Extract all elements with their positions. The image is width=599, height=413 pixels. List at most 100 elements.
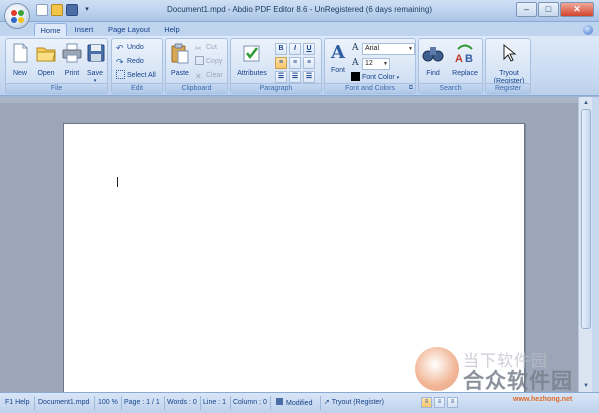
font-size-dropdown-icon: ▼: [383, 61, 388, 67]
status-document-name: Document1.mpd: [38, 399, 90, 406]
save-button[interactable]: Save ▾: [85, 42, 105, 84]
help-icon[interactable]: [583, 25, 593, 35]
font-button[interactable]: A Font: [327, 42, 349, 75]
status-separator: [200, 396, 201, 410]
maximize-button[interactable]: □: [538, 2, 559, 17]
ribbon-tabs: Home Insert Page Layout Help: [0, 22, 599, 36]
font-size-icon: A: [352, 58, 359, 68]
title-bar: ▾ Document1.mpd - Abdio PDF Editor 8.6 -…: [0, 0, 599, 22]
attributes-icon: [243, 45, 260, 62]
svg-text:A: A: [455, 53, 463, 64]
group-font-label: Font and Colors: [325, 83, 415, 93]
redo-label: Redo: [127, 58, 144, 65]
find-label: Find: [426, 70, 440, 77]
ribbon: New Open Print Save ▾ File ↶ Undo ↷ Redo S…: [0, 36, 599, 96]
watermark-logo-icon: [415, 347, 459, 391]
tab-insert[interactable]: Insert: [68, 23, 100, 36]
status-separator: [320, 396, 321, 410]
clear-x-icon: ✕: [195, 72, 202, 81]
font-name-select[interactable]: Arial ▼: [362, 43, 415, 55]
font-size-select[interactable]: 12 ▼: [362, 58, 390, 70]
indent-button[interactable]: ☰: [303, 71, 315, 83]
new-button[interactable]: New: [9, 42, 31, 78]
select-all-button[interactable]: Select All: [116, 70, 156, 82]
font-size-value: 12: [365, 60, 373, 67]
align-right-icon: ≡: [306, 59, 312, 66]
select-all-icon: [116, 70, 125, 79]
find-button[interactable]: Find: [421, 42, 445, 78]
tab-home[interactable]: Home: [34, 23, 67, 36]
undo-button[interactable]: ↶ Undo: [116, 42, 144, 54]
redo-icon: ↷: [116, 57, 124, 67]
watermark-line2: 合众软件园: [463, 369, 573, 393]
tryout-label: Tryout: [499, 70, 519, 77]
group-paragraph-label: Paragraph: [231, 83, 321, 93]
text-caret: [117, 177, 118, 187]
tryout-register-button[interactable]: Tryout (Register): [488, 42, 530, 86]
status-line: Line : 1: [203, 399, 226, 406]
open-folder-icon: [36, 47, 56, 62]
bullet-list-button[interactable]: ☰: [275, 71, 287, 83]
group-edit: ↶ Undo ↷ Redo Select All Edit: [111, 38, 163, 94]
paste-button[interactable]: Paste: [168, 42, 192, 78]
print-button[interactable]: Print: [61, 42, 83, 78]
replace-button[interactable]: AB Replace: [448, 42, 482, 78]
scissors-icon: ✂: [195, 44, 202, 53]
status-tryout[interactable]: ➚ Tryout (Register): [324, 398, 384, 408]
attributes-button[interactable]: Attributes: [233, 42, 271, 78]
group-clipboard: Paste ✂ Cut Copy ✕ Clear Clipboard: [165, 38, 228, 94]
group-clipboard-label: Clipboard: [166, 83, 227, 93]
replace-ab-icon: AB: [455, 44, 473, 65]
copy-button[interactable]: Copy: [195, 56, 222, 68]
numbered-list-icon: ☰: [291, 73, 299, 80]
align-center-button[interactable]: ≡: [289, 57, 301, 69]
open-button[interactable]: Open: [34, 42, 58, 78]
watermark: 当下软件园 合众软件园 www.hezhong.net: [415, 345, 599, 413]
status-modified-label: Modified: [286, 400, 313, 407]
copy-label: Copy: [206, 58, 223, 65]
application-menu-button[interactable]: [4, 3, 30, 29]
group-font: A Font A Arial ▼ A 12 ▼ Font Color ▾ Fon…: [324, 38, 416, 94]
modified-icon: [276, 398, 283, 405]
logo-dot-green: [18, 10, 24, 16]
status-separator: [230, 396, 231, 410]
scroll-up-icon[interactable]: ▲: [580, 98, 592, 108]
font-dialog-launcher-icon[interactable]: ⧉: [409, 85, 413, 92]
group-register: Tryout (Register) Register: [485, 38, 531, 94]
group-paragraph: Attributes B I U ≡ ≡ ≡ ☰ ☰ ☰ Paragraph: [230, 38, 322, 94]
redo-button[interactable]: ↷ Redo: [116, 56, 144, 68]
tab-page-layout[interactable]: Page Layout: [104, 23, 154, 36]
bold-button[interactable]: B: [275, 43, 287, 55]
font-a-icon: A: [331, 42, 345, 63]
scroll-thumb[interactable]: [581, 109, 591, 329]
attributes-label: Attributes: [237, 70, 267, 77]
logo-dot-blue: [11, 17, 17, 23]
status-separator: [34, 396, 35, 410]
cursor-arrow-icon: [503, 43, 517, 62]
underline-button[interactable]: U: [303, 43, 315, 55]
group-search-label: Search: [419, 83, 482, 93]
status-separator: [121, 396, 122, 410]
close-button[interactable]: ✕: [560, 2, 594, 17]
numbered-list-button[interactable]: ☰: [289, 71, 301, 83]
print-label: Print: [64, 70, 80, 77]
clear-button[interactable]: ✕ Clear: [195, 70, 223, 82]
printer-icon: [62, 43, 82, 63]
paste-label: Paste: [171, 70, 189, 77]
watermark-url: www.hezhong.net: [513, 396, 573, 403]
window-title: Document1.mpd - Abdio PDF Editor 8.6 - U…: [166, 5, 432, 14]
svg-text:B: B: [465, 53, 473, 64]
font-color-dropdown-icon[interactable]: ▾: [397, 75, 400, 81]
font-name-value: Arial: [365, 45, 380, 52]
status-separator: [270, 396, 271, 410]
align-right-button[interactable]: ≡: [303, 57, 315, 69]
bullet-list-icon: ☰: [277, 73, 285, 80]
minimize-button[interactable]: –: [516, 2, 537, 17]
tab-help[interactable]: Help: [158, 23, 186, 36]
cut-button[interactable]: ✂ Cut: [195, 42, 217, 54]
italic-button[interactable]: I: [289, 43, 301, 55]
font-name-icon: A: [352, 43, 359, 53]
align-center-icon: ≡: [292, 59, 298, 66]
align-left-button[interactable]: ≡: [275, 57, 287, 69]
group-edit-label: Edit: [112, 83, 162, 93]
